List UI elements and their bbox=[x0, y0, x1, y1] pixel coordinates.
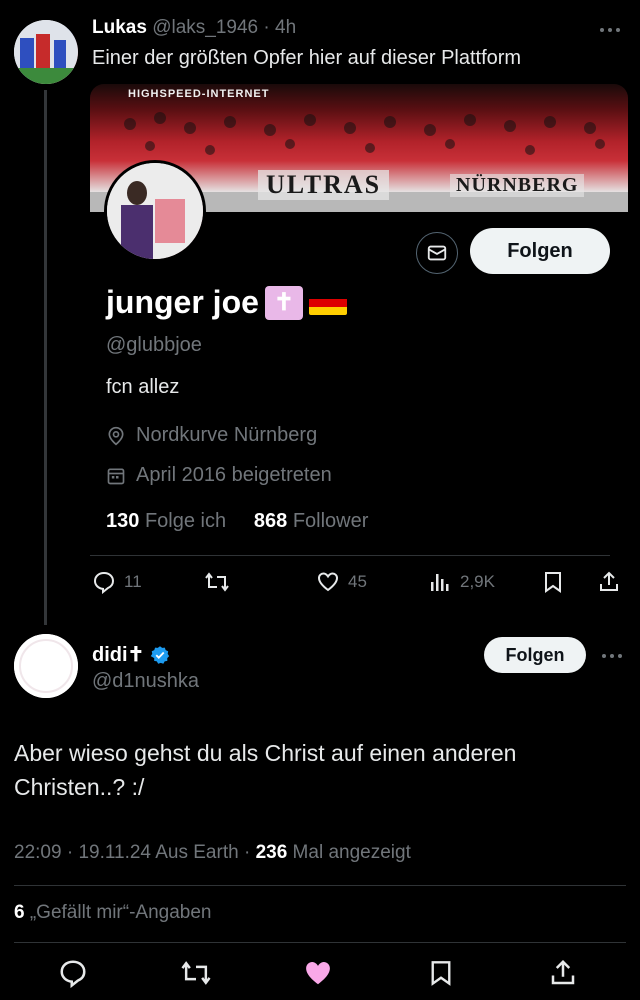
following-label: Folge ich bbox=[144, 510, 227, 532]
divider bbox=[14, 885, 626, 886]
more-icon[interactable] bbox=[600, 644, 624, 668]
heart-filled-icon bbox=[306, 962, 330, 985]
like-button[interactable] bbox=[302, 958, 334, 988]
thread-line bbox=[44, 90, 47, 625]
tweet-time[interactable]: 4h bbox=[275, 17, 296, 38]
retweet-icon bbox=[181, 961, 211, 985]
bookmark-icon bbox=[545, 572, 561, 593]
profile-stats: 130 Folge ich 868 Follower bbox=[106, 510, 368, 533]
profile-location: Nordkurve Nürnberg bbox=[106, 424, 317, 447]
retweet-button[interactable] bbox=[204, 570, 230, 594]
calendar-icon bbox=[107, 468, 125, 484]
author-name[interactable]: Lukas bbox=[92, 17, 147, 38]
tweet-meta: 22:09 · 19.11.24 Aus Earth · 236 Mal ang… bbox=[14, 842, 411, 863]
author-handle[interactable]: @laks_1946 bbox=[152, 17, 258, 38]
profile-follow-button[interactable]: Folgen bbox=[470, 228, 610, 274]
divider bbox=[14, 942, 626, 943]
bookmark-icon bbox=[431, 961, 451, 986]
retweet-icon bbox=[205, 572, 229, 592]
share-button[interactable] bbox=[548, 958, 578, 988]
german-flag-icon bbox=[308, 290, 347, 315]
message-button[interactable] bbox=[416, 232, 458, 274]
author-name[interactable]: didi✝ bbox=[92, 642, 144, 667]
profile-bio: fcn allez bbox=[106, 376, 180, 398]
bookmark-button[interactable] bbox=[428, 958, 454, 988]
tweet-date[interactable]: 19.11.24 bbox=[78, 842, 151, 863]
profile-card-image[interactable]: HIGHSPEED-INTERNET ULTRAS NÜRNBERG Folge… bbox=[90, 84, 628, 540]
location-pin-icon bbox=[108, 426, 124, 445]
tweet-header: Lukas @laks_1946 · 4h bbox=[92, 17, 297, 38]
more-icon[interactable] bbox=[598, 18, 622, 42]
likes-summary[interactable]: 6 „Gefällt mir“-Angaben bbox=[14, 902, 211, 924]
banner-text-city: NÜRNBERG bbox=[450, 174, 585, 197]
views-label: Mal angezeigt bbox=[292, 842, 411, 863]
mail-icon bbox=[427, 245, 447, 261]
followers-label: Follower bbox=[292, 510, 369, 532]
author-avatar[interactable] bbox=[14, 634, 78, 698]
cross-emoji-icon: ✝ bbox=[264, 285, 303, 320]
reply-icon bbox=[60, 960, 86, 988]
profile-name-row: junger joe ✝ bbox=[106, 284, 347, 321]
share-icon bbox=[551, 959, 575, 985]
heart-icon bbox=[317, 572, 339, 592]
tweet-location: Aus Earth bbox=[155, 842, 239, 863]
share-button[interactable] bbox=[597, 570, 621, 594]
views-icon bbox=[431, 574, 449, 591]
likes-label: „Gefällt mir“-Angaben bbox=[29, 902, 212, 923]
profile-joined: April 2016 beigetreten bbox=[106, 464, 332, 487]
author-name-row[interactable]: didi✝ bbox=[92, 642, 170, 667]
reply-button[interactable] bbox=[58, 958, 88, 988]
card-divider bbox=[90, 555, 610, 556]
follow-button[interactable]: Folgen bbox=[484, 637, 586, 673]
followers-count: 868 bbox=[253, 510, 288, 532]
profile-name: junger joe bbox=[106, 284, 259, 320]
tweet-text: Einer der größten Opfer hier auf dieser … bbox=[92, 47, 522, 69]
views-count: 236 bbox=[255, 842, 288, 863]
bookmark-button[interactable] bbox=[542, 570, 564, 594]
like-button[interactable]: 45 bbox=[316, 570, 367, 594]
profile-handle: @glubbjoe bbox=[106, 334, 202, 356]
tweet-time[interactable]: 22:09 bbox=[14, 842, 62, 863]
author-handle[interactable]: @d1nushka bbox=[92, 670, 199, 693]
reply-icon bbox=[93, 571, 115, 594]
share-icon bbox=[600, 571, 618, 591]
views-button[interactable]: 2,9K bbox=[428, 570, 495, 594]
verified-badge-icon bbox=[151, 645, 170, 664]
reply-button[interactable]: 11 bbox=[92, 570, 142, 594]
profile-avatar bbox=[104, 160, 206, 262]
following-count: 130 bbox=[106, 510, 140, 532]
likes-count: 6 bbox=[14, 902, 25, 923]
tweet-text: Aber wieso gehst du als Christ auf einen… bbox=[14, 740, 517, 800]
banner-text-top: HIGHSPEED-INTERNET bbox=[128, 88, 270, 100]
banner-text-ultras: ULTRAS bbox=[258, 170, 390, 200]
retweet-button[interactable] bbox=[180, 958, 212, 988]
author-avatar[interactable] bbox=[14, 20, 78, 84]
